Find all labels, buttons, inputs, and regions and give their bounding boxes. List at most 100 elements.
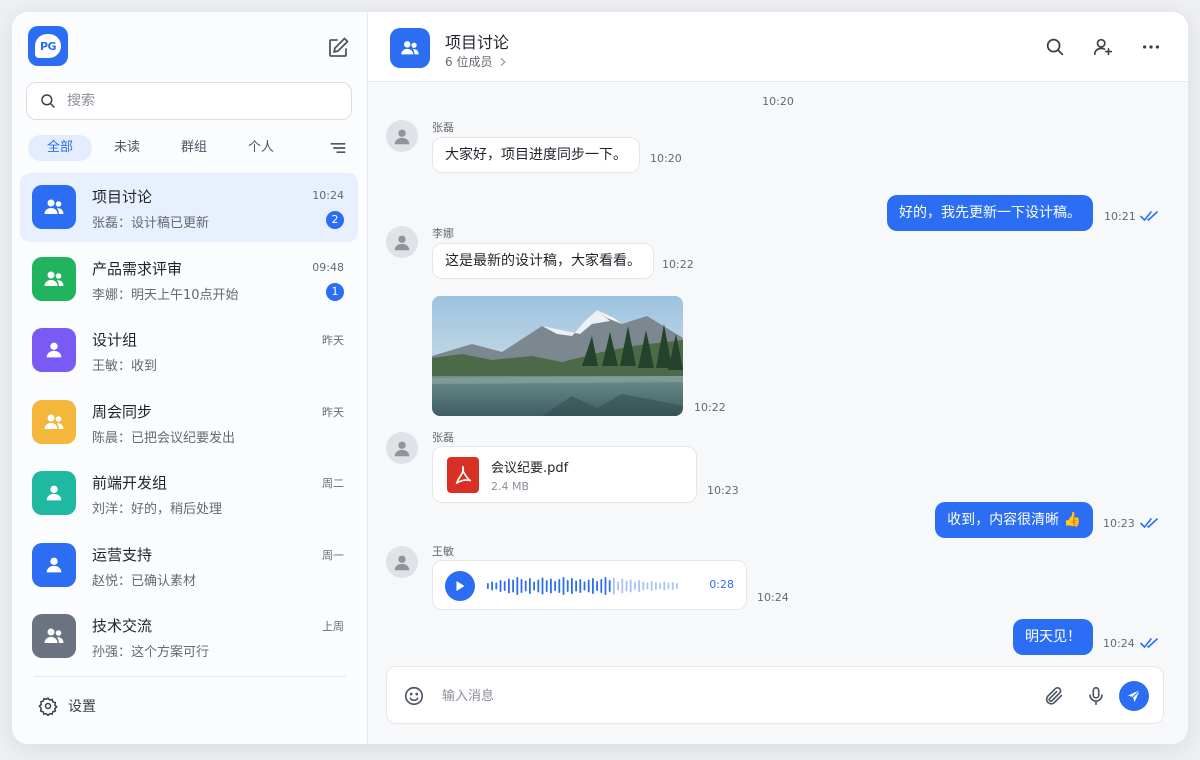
emoji-icon[interactable] <box>403 685 425 707</box>
waveform-bar <box>617 581 619 591</box>
microphone-icon[interactable] <box>1085 685 1107 707</box>
group-icon <box>44 628 64 643</box>
waveform-bar <box>583 581 586 591</box>
conversation-time: 周一 <box>322 548 344 562</box>
voice-duration: 0:28 <box>709 578 734 591</box>
person-icon <box>46 485 62 501</box>
conversation-time: 昨天 <box>322 334 344 347</box>
waveform-bar <box>646 582 649 590</box>
sender-name: 李娜 <box>432 227 454 240</box>
image-message[interactable] <box>432 296 683 416</box>
waveform-bar <box>571 578 573 594</box>
conversation-time: 上周 <box>322 620 344 633</box>
message-composer <box>386 666 1164 724</box>
compose-icon[interactable] <box>326 36 350 60</box>
waveform-bar <box>503 581 506 591</box>
avatar[interactable] <box>386 432 418 464</box>
filter-tab-personal[interactable]: 个人 <box>229 135 293 161</box>
waveform-bar <box>642 581 645 591</box>
conversation-name: 产品需求评审 <box>92 259 183 278</box>
file-attachment[interactable]: 会议纪要.pdf 2.4 MB <box>432 446 697 503</box>
avatar[interactable] <box>386 546 418 578</box>
waveform-bar <box>499 580 502 592</box>
conversation-name: 技术交流 <box>92 617 153 635</box>
avatar[interactable] <box>386 120 418 152</box>
conversation-avatar <box>32 185 76 229</box>
conversation-item[interactable]: 项目讨论 张磊：设计稿已更新 10:24 2 <box>20 173 358 242</box>
mountain-lake-photo <box>432 296 683 416</box>
send-button[interactable] <box>1119 681 1149 711</box>
conversation-item[interactable]: 技术交流孙强：这个方案可行 上周 <box>20 602 358 671</box>
more-icon[interactable] <box>1140 36 1162 58</box>
search-input[interactable] <box>67 93 327 109</box>
conversation-item[interactable]: 周会同步 陈晨：已把会议纪要发出 昨天 <box>20 388 358 457</box>
conversation-preview: 张磊：设计稿已更新 <box>92 216 210 231</box>
waveform-bar <box>625 580 628 592</box>
filter-tab-groups[interactable]: 群组 <box>162 135 226 161</box>
member-count: 6 位成员 <box>445 55 493 69</box>
member-count-link[interactable]: 6 位成员 <box>445 53 510 70</box>
attachment-icon[interactable] <box>1043 685 1065 707</box>
waveform-bar <box>629 579 632 593</box>
group-icon <box>44 199 64 214</box>
filter-tab-unread[interactable]: 未读 <box>95 135 159 161</box>
chat-title: 项目讨论 <box>445 33 510 52</box>
search-box <box>26 82 352 120</box>
waveform-bar <box>579 579 582 593</box>
avatar[interactable] <box>386 226 418 258</box>
message-time: 10:24 <box>757 591 789 604</box>
chevron-right-icon <box>501 57 507 66</box>
conversation-preview: 赵悦：已确认素材 <box>92 573 197 589</box>
header-actions <box>1018 36 1162 58</box>
waveform-bar <box>596 581 598 591</box>
conversation-list: 项目讨论 张磊：设计稿已更新 10:24 2 产品需求评审 李娜：明天上午10点开始 09:… <box>20 173 358 674</box>
pdf-icon <box>447 457 479 493</box>
conversation-avatar <box>32 542 76 587</box>
conversation-time: 09:48 <box>312 260 344 274</box>
waveform-bar <box>487 583 489 589</box>
waveform-bar <box>667 582 670 590</box>
waveform-bar <box>575 580 577 592</box>
person-icon <box>46 557 62 572</box>
conversation-item[interactable]: 设计组 王敏：收到 昨天 <box>20 316 358 385</box>
waveform-bar <box>587 579 590 593</box>
waveform-bar <box>495 582 498 590</box>
waveform-bar <box>550 578 552 594</box>
conversation-preview: 孙强：这个方案可行 <box>92 645 210 660</box>
sender-name: 王敏 <box>432 545 454 558</box>
conversation-preview: 陈晨：已把会议纪要发出 <box>92 430 236 446</box>
waveform-bar <box>512 579 514 593</box>
search-icon[interactable] <box>1044 36 1066 58</box>
waveform-bar <box>671 582 674 590</box>
person-icon <box>394 129 410 145</box>
waveform-bar <box>529 578 531 594</box>
conversation-item[interactable]: 运营支持 赵悦：已确认素材 周一 <box>20 531 358 600</box>
message-time: 10:22 <box>694 401 726 414</box>
conversation-time: 周二 <box>322 477 344 490</box>
waveform-bar <box>533 581 535 591</box>
play-icon <box>456 581 465 591</box>
message-input[interactable] <box>442 685 1002 707</box>
conversation-item[interactable]: 产品需求评审 李娜：明天上午10点开始 09:48 1 <box>20 245 358 314</box>
app-logo-text: PG <box>35 34 61 58</box>
message-time: 10:21 <box>1104 210 1136 223</box>
waveform-bar <box>655 582 657 590</box>
conversation-avatar <box>32 256 76 301</box>
waveform-bar <box>516 577 519 595</box>
conversation-item[interactable]: 前端开发组 刘洋：好的，稍后处理 周二 <box>20 459 358 528</box>
filter-tab-all[interactable]: 全部 <box>28 135 92 161</box>
message-bubble-sent: 收到，内容很清晰 👍 <box>935 502 1093 538</box>
settings-button[interactable]: 设置 <box>38 696 96 716</box>
message-bubble: 这是最新的设计稿，大家看看。 <box>432 243 654 279</box>
search-icon <box>41 94 55 108</box>
play-button[interactable] <box>445 571 475 601</box>
waveform-bar <box>608 580 611 592</box>
filter-icon[interactable] <box>328 138 348 158</box>
group-icon <box>44 414 64 429</box>
person-icon <box>394 441 410 457</box>
waveform[interactable] <box>487 575 687 597</box>
add-member-icon[interactable] <box>1092 36 1114 58</box>
waveform-bar <box>524 580 527 592</box>
waveform-bar <box>541 577 544 595</box>
read-check-icon <box>1140 638 1158 649</box>
